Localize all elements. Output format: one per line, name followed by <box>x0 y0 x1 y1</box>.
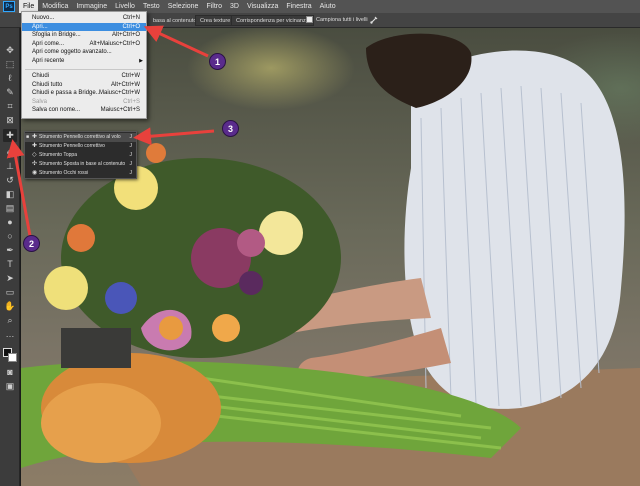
dodge-tool-icon[interactable]: ○ <box>3 230 17 243</box>
healing-brush-icon: ✚ <box>32 143 38 149</box>
menu-item-chiudi-passa-bridge[interactable]: Chiudi e passa a Bridge... Maiusc+Ctrl+W <box>22 89 146 98</box>
brush-tool-icon[interactable]: ✐ <box>3 146 17 159</box>
menu-item-apri-oggetto-avanzato[interactable]: Apri come oggetto avanzato... <box>22 48 146 57</box>
flyout-item-content-aware-move[interactable]: ✣ Strumento Sposta in base al contenuto … <box>25 160 136 169</box>
menu-item-chiudi-tutto[interactable]: Chiudi tutto Alt+Ctrl+W <box>22 81 146 90</box>
flyout-item-patch[interactable]: ◇ Strumento Toppa J <box>25 151 136 160</box>
photoshop-logo: Ps <box>3 1 15 12</box>
red-eye-icon: ◉ <box>32 170 38 176</box>
sample-all-layers-option[interactable]: Campiona tutti i livelli <box>306 16 368 23</box>
screen-mode-icon[interactable]: ▣ <box>3 380 17 393</box>
menu-aiuto[interactable]: Aiuto <box>316 0 340 13</box>
selected-mark-icon: ■ <box>26 134 30 140</box>
background-color-swatch[interactable] <box>8 353 17 362</box>
zoom-tool-icon[interactable]: ⌕ <box>3 314 17 327</box>
content-aware-move-icon: ✣ <box>32 161 38 167</box>
callout-badge-2: 2 <box>23 235 40 252</box>
spot-healing-icon: ✚ <box>32 134 38 140</box>
flyout-item-red-eye[interactable]: ◉ Strumento Occhi rossi J <box>25 169 136 178</box>
hand-tool-icon[interactable]: ✋ <box>3 300 17 313</box>
patch-icon: ◇ <box>32 152 37 158</box>
menu-3d[interactable]: 3D <box>226 0 243 13</box>
submenu-arrow-icon: ▶ <box>139 57 143 64</box>
menu-separator <box>25 69 143 70</box>
menu-item-nuovo[interactable]: Nuovo... Ctrl+N <box>22 14 146 23</box>
frame-tool-icon[interactable]: ⊠ <box>3 114 17 127</box>
menu-item-chiudi[interactable]: Chiudi Ctrl+W <box>22 72 146 81</box>
sample-all-layers-label: Campiona tutti i livelli <box>316 16 368 23</box>
type-tool-icon[interactable]: T <box>3 258 17 271</box>
menu-finestra[interactable]: Finestra <box>282 0 315 13</box>
blur-tool-icon[interactable]: ● <box>3 216 17 229</box>
marquee-tool-icon[interactable]: ⬚ <box>3 58 17 71</box>
flyout-item-spot-healing[interactable]: ■ ✚ Strumento Pennello correttivo al vol… <box>25 133 136 142</box>
crop-tool-icon[interactable]: ⌗ <box>3 100 17 113</box>
menu-item-apri[interactable]: Apri... Ctrl+O <box>22 22 146 31</box>
gradient-tool-icon[interactable]: ▤ <box>3 202 17 215</box>
proximity-match-button[interactable]: Corrispondenza per vicinanza <box>231 15 314 26</box>
more-tools-icon[interactable]: … <box>3 328 17 341</box>
quick-select-tool-icon[interactable]: ✎ <box>3 86 17 99</box>
color-swatches[interactable] <box>3 348 17 362</box>
menu-item-sfoglia-bridge[interactable]: Sfoglia in Bridge... Alt+Ctrl+O <box>22 31 146 40</box>
menu-item-apri-recente[interactable]: Apri recente ▶ <box>22 57 146 66</box>
history-brush-tool-icon[interactable]: ↺ <box>3 174 17 187</box>
menu-item-salva: Salva Ctrl+S <box>32 98 140 105</box>
move-tool-icon[interactable]: ✥ <box>3 44 17 57</box>
lasso-tool-icon[interactable]: ℓ <box>3 72 17 85</box>
menu-selezione[interactable]: Selezione <box>164 0 203 13</box>
spot-healing-tool-icon[interactable]: ✚ <box>3 129 17 142</box>
healing-tools-flyout: ■ ✚ Strumento Pennello correttivo al vol… <box>24 131 137 179</box>
menu-visualizza[interactable]: Visualizza <box>243 0 282 13</box>
menu-item-apri-come[interactable]: Apri come... Alt+Maiusc+Ctrl+O <box>22 40 146 49</box>
create-texture-button[interactable]: Crea texture <box>195 15 236 26</box>
menu-item-salva-con-nome[interactable]: Salva con nome... Maiusc+Ctrl+S <box>22 106 146 115</box>
flyout-item-healing-brush[interactable]: ✚ Strumento Pennello correttivo J <box>25 142 136 151</box>
callout-badge-1: 1 <box>209 53 226 70</box>
pressure-icon[interactable] <box>369 15 379 25</box>
pen-tool-icon[interactable]: ✒ <box>3 244 17 257</box>
quick-mask-icon[interactable]: ◙ <box>3 366 17 379</box>
callout-badge-3: 3 <box>222 120 239 137</box>
tools-panel: ✥ ⬚ ℓ ✎ ⌗ ⊠ ⁄ ✚ ✐ ⊥ ↺ ◧ ▤ ● ○ ✒ T ➤ ▭ ✋ … <box>0 28 20 486</box>
clone-stamp-tool-icon[interactable]: ⊥ <box>3 160 17 173</box>
sample-all-layers-checkbox[interactable] <box>306 16 313 23</box>
menu-filtro[interactable]: Filtro <box>202 0 226 13</box>
path-select-tool-icon[interactable]: ➤ <box>3 272 17 285</box>
content-aware-option[interactable]: basa al contenuto <box>148 15 201 26</box>
eraser-tool-icon[interactable]: ◧ <box>3 188 17 201</box>
file-menu-dropdown: Nuovo... Ctrl+N Apri... Ctrl+O Sfoglia i… <box>21 11 147 119</box>
rectangle-tool-icon[interactable]: ▭ <box>3 286 17 299</box>
